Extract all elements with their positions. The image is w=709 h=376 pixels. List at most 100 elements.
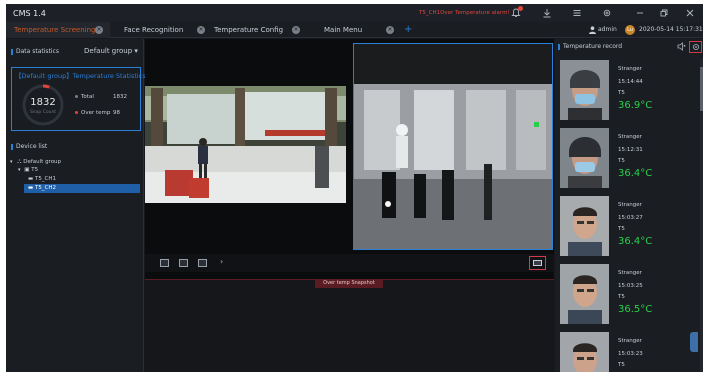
device-list-header: Device list bbox=[6, 140, 144, 154]
layout-four-icon[interactable] bbox=[179, 259, 188, 267]
record-settings-gear-icon[interactable] bbox=[689, 41, 702, 53]
temperature-record-header: Temperature record bbox=[555, 39, 703, 55]
tree-label: T5_CH2 bbox=[34, 185, 57, 191]
face-photo bbox=[560, 128, 609, 188]
tree-label: T5 bbox=[31, 167, 39, 173]
app-title: CMS 1.4 bbox=[13, 9, 46, 18]
tree-item-default-group[interactable]: ▾ ⛬ Default group bbox=[10, 157, 140, 166]
settings-gear-icon[interactable] bbox=[600, 6, 614, 20]
sound-icon[interactable] bbox=[677, 42, 687, 52]
video-feed-ch1[interactable] bbox=[145, 86, 346, 203]
group-dropdown[interactable]: Default group ▾ bbox=[84, 47, 138, 55]
record-item[interactable]: Stranger 15:03:27 T5 36.4°C bbox=[560, 194, 700, 258]
record-time: 15:12:31 bbox=[618, 147, 643, 153]
thermal-scene bbox=[354, 44, 552, 249]
tree-item-t5-ch1[interactable]: ▬ T5_CH1 bbox=[24, 175, 140, 184]
record-item[interactable]: Stranger 15:03:25 T5 36.5°C bbox=[560, 262, 700, 326]
tree-item-t5-ch2[interactable]: ▬ T5_CH2 bbox=[24, 184, 140, 193]
over-temp-snapshot-panel: Over temp Snapshot bbox=[145, 279, 554, 372]
snap-count-label: Snap Count bbox=[29, 110, 57, 115]
expand-icon[interactable]: ▾ bbox=[18, 167, 21, 173]
tab-label: Temperature Screening bbox=[14, 26, 96, 34]
record-name: Stranger bbox=[618, 66, 642, 72]
tab-close-icon[interactable]: × bbox=[292, 26, 300, 34]
group-icon: ⛬ bbox=[17, 158, 22, 165]
device-icon: ▣ bbox=[24, 167, 30, 173]
more-layouts-arrow[interactable]: › bbox=[220, 257, 223, 266]
tab-temperature-screening[interactable]: Temperature Screening × bbox=[6, 22, 110, 38]
tab-close-icon[interactable]: × bbox=[197, 26, 205, 34]
record-device: T5 bbox=[618, 90, 625, 96]
record-device: T5 bbox=[618, 362, 625, 368]
record-temperature: 36.9°C bbox=[618, 100, 653, 111]
layout-nine-icon[interactable] bbox=[198, 259, 207, 267]
tree-item-t5[interactable]: ▾ ▣ T5 bbox=[18, 166, 140, 175]
record-item[interactable]: Stranger 15:03:23 T5 bbox=[560, 330, 700, 372]
section-marker bbox=[558, 44, 560, 50]
statistics-box-title: 【Default group】Temperature Statistics bbox=[15, 72, 146, 80]
record-list: Stranger 15:14:44 T5 36.9°C Stranger 15:… bbox=[555, 56, 700, 372]
tab-face-recognition[interactable]: Face Recognition × bbox=[110, 22, 212, 38]
face-photo bbox=[560, 264, 609, 324]
record-item[interactable]: Stranger 15:14:44 T5 36.9°C bbox=[560, 58, 700, 122]
legend-over-temp: Over temp 98 bbox=[75, 110, 120, 116]
section-marker bbox=[11, 144, 13, 150]
download-icon[interactable] bbox=[540, 6, 554, 20]
video-feed-ch2-thermal[interactable] bbox=[353, 43, 553, 250]
restore-icon[interactable] bbox=[657, 6, 671, 20]
tab-label: Face Recognition bbox=[124, 26, 184, 34]
record-name: Stranger bbox=[618, 134, 642, 140]
side-widget-tab[interactable] bbox=[690, 332, 698, 352]
tab-close-icon[interactable]: × bbox=[95, 26, 103, 34]
datetime: 2020-05-14 15:17:31 bbox=[639, 26, 703, 33]
record-time: 15:03:23 bbox=[618, 351, 643, 357]
snapshot-tab[interactable]: Over temp Snapshot bbox=[315, 279, 383, 288]
record-time: 15:14:44 bbox=[618, 79, 643, 85]
tab-bar: Temperature Screening × Face Recognition… bbox=[6, 22, 703, 38]
data-statistics-title: Data statistics bbox=[16, 48, 59, 55]
close-icon[interactable] bbox=[683, 6, 697, 20]
data-statistics-header: Data statistics Default group ▾ bbox=[6, 45, 144, 59]
tab-label: Temperature Config bbox=[214, 26, 284, 34]
camera-icon: ▬ bbox=[28, 185, 34, 191]
tab-temperature-config[interactable]: Temperature Config × bbox=[212, 22, 306, 38]
record-device: T5 bbox=[618, 294, 625, 300]
lobby-scene bbox=[145, 86, 346, 203]
temperature-record-title: Temperature record bbox=[563, 43, 623, 50]
username: admin bbox=[598, 26, 617, 33]
menu-icon[interactable] bbox=[570, 6, 584, 20]
scrollbar-thumb[interactable] bbox=[700, 67, 703, 111]
device-list-title: Device list bbox=[16, 143, 48, 150]
expand-icon[interactable]: ▾ bbox=[10, 159, 13, 165]
tab-close-icon[interactable]: × bbox=[386, 26, 394, 34]
face-photo bbox=[560, 60, 609, 120]
tab-label: Main Menu bbox=[324, 26, 363, 34]
alarm-message[interactable]: T5_CH1Over Temperature alarm! bbox=[419, 10, 510, 16]
record-temperature: 36.4°C bbox=[618, 236, 653, 247]
record-time: 15:03:25 bbox=[618, 283, 643, 289]
record-name: Stranger bbox=[618, 338, 642, 344]
record-scrollbar[interactable] bbox=[700, 59, 703, 372]
avatar: Lu bbox=[625, 25, 635, 35]
title-bar: CMS 1.4 T5_CH1Over Temperature alarm! bbox=[6, 4, 703, 22]
snapshot-toggle-button[interactable] bbox=[529, 256, 546, 270]
legend-total: Total 1832 bbox=[75, 94, 127, 100]
section-marker bbox=[11, 49, 13, 55]
face-photo bbox=[560, 332, 609, 372]
temperature-record-panel: Temperature record Stranger 15:14:44 T5 … bbox=[555, 39, 703, 372]
record-temperature: 36.4°C bbox=[618, 168, 653, 179]
snap-count-value: 1832 bbox=[30, 97, 56, 108]
alarm-badge bbox=[518, 6, 523, 11]
record-item[interactable]: Stranger 15:12:31 T5 36.4°C bbox=[560, 126, 700, 190]
add-tab-button[interactable]: + bbox=[404, 22, 412, 38]
user-icon bbox=[589, 26, 596, 34]
bell-icon[interactable] bbox=[509, 6, 523, 20]
left-panel: Data statistics Default group ▾ 【Default… bbox=[6, 39, 146, 372]
layout-single-icon[interactable] bbox=[160, 259, 169, 267]
record-name: Stranger bbox=[618, 202, 642, 208]
minimize-icon[interactable] bbox=[633, 6, 647, 20]
tab-main-menu[interactable]: Main Menu × bbox=[306, 22, 398, 38]
over-temp-label: Over temp bbox=[81, 110, 111, 116]
record-device: T5 bbox=[618, 226, 625, 232]
snapshot-icon bbox=[533, 260, 542, 266]
